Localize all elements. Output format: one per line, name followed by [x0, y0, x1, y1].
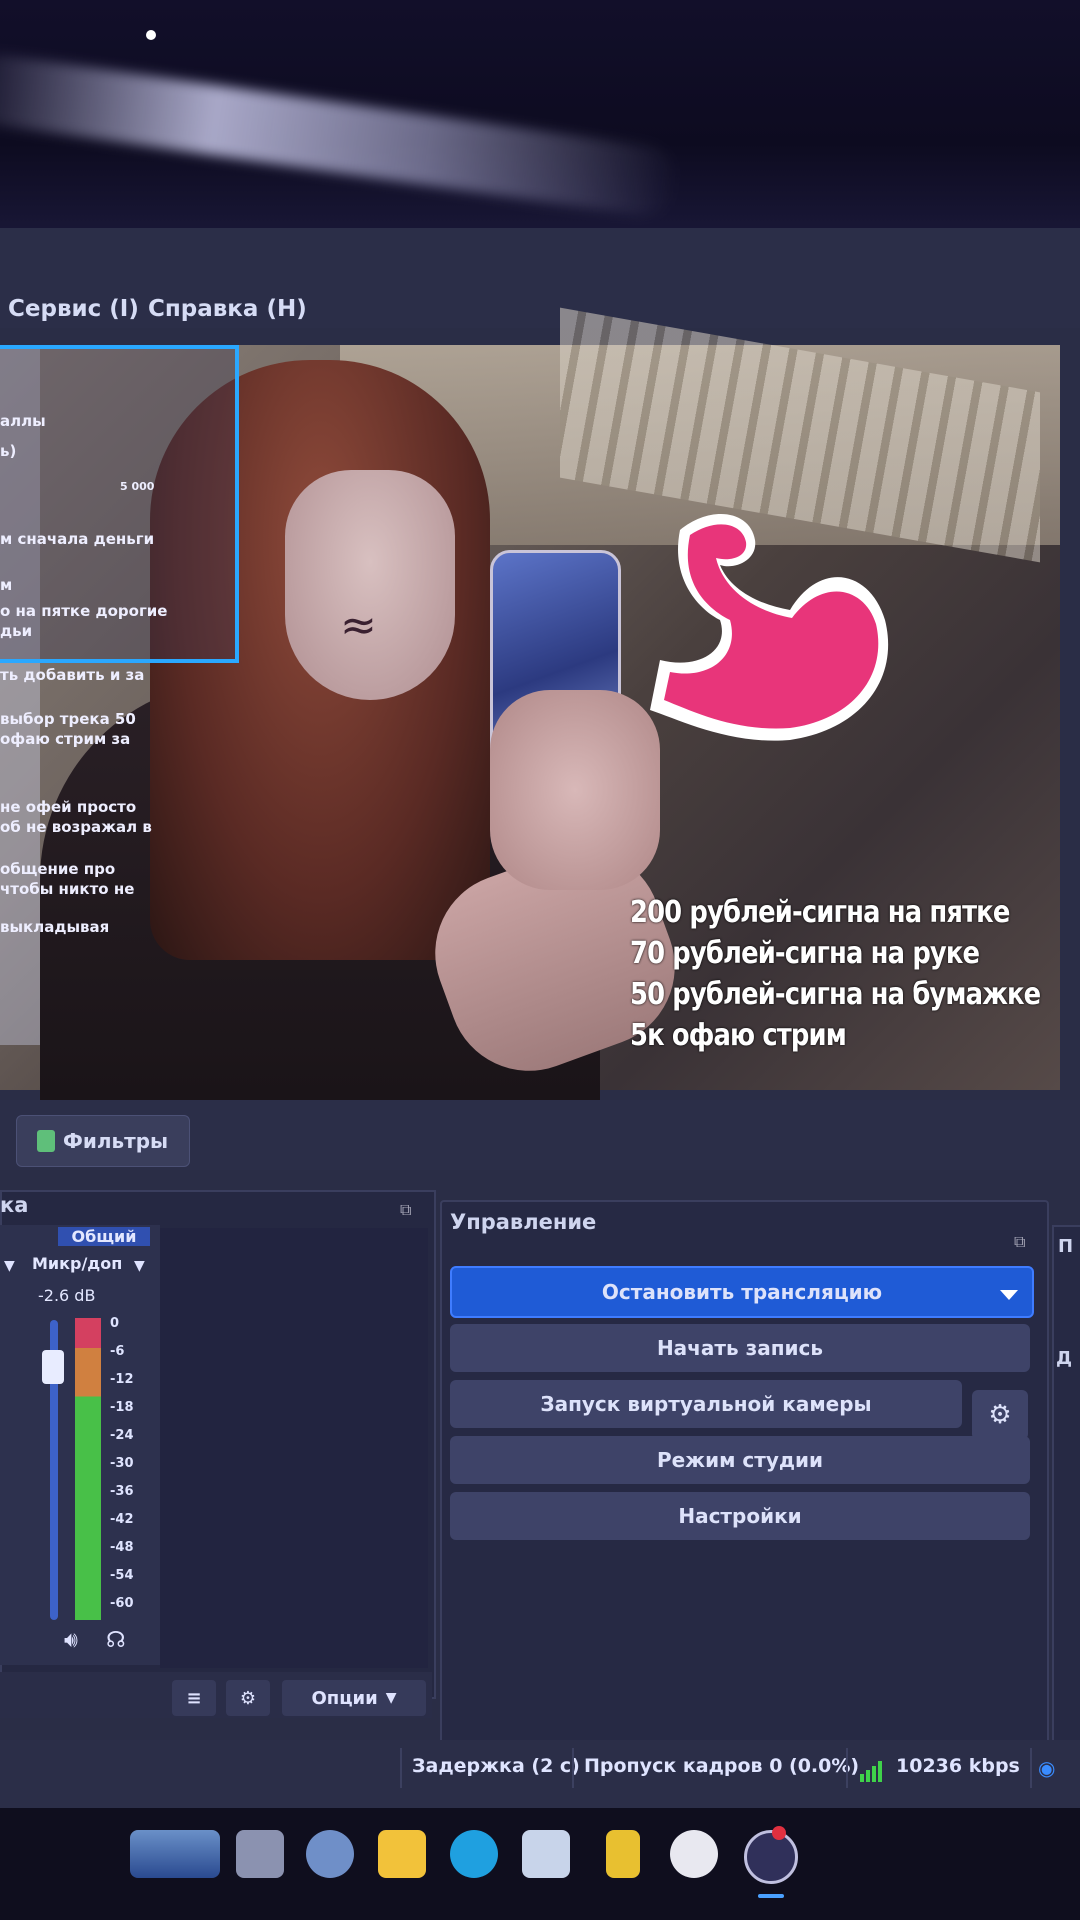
controls-title: Управление [450, 1210, 597, 1234]
light-spot [146, 30, 156, 40]
mustache-sticker: ≈ [340, 600, 377, 651]
preview-person-face [285, 470, 455, 700]
mixer-db-readout: -2.6 dB [38, 1286, 96, 1305]
live-signal-icon: ◉ [1038, 1756, 1056, 1780]
stream-dropdown-arrow-icon[interactable] [1000, 1290, 1018, 1300]
chat-line: об не возражал в [0, 818, 152, 836]
mixer-empty-area [160, 1228, 428, 1668]
chat-line: дьи [0, 622, 33, 640]
camera-app-icon[interactable] [306, 1830, 354, 1878]
filters-label: Фильтры [63, 1129, 169, 1153]
start-recording-label: Начать запись [656, 1336, 824, 1360]
settings-button[interactable]: Настройки [450, 1492, 1030, 1540]
options-arrow-icon: ▼ [385, 1690, 397, 1706]
preview-person-hand [490, 690, 660, 890]
active-app-indicator [758, 1894, 784, 1898]
undock-icon[interactable]: ⧉ [1014, 1232, 1025, 1252]
store-icon[interactable] [522, 1830, 570, 1878]
meter-scale-label: -30 [110, 1456, 134, 1471]
speaker-icon[interactable]: 🔊︎ [64, 1628, 78, 1653]
status-delay: Задержка (2 с) [412, 1755, 580, 1777]
channel-dropdown-icon[interactable]: ▼ [134, 1258, 145, 1274]
right-dock-title: П [1058, 1236, 1074, 1257]
filters-button[interactable]: Фильтры [16, 1115, 190, 1167]
studio-mode-button[interactable]: Режим студии [450, 1436, 1030, 1484]
mixer-group-label: Общий [58, 1227, 150, 1246]
meter-scale-label: -12 [110, 1372, 134, 1387]
status-separator [1030, 1748, 1032, 1788]
menu-service[interactable]: Сервис (I) [8, 296, 139, 322]
status-bitrate: 10236 kbps [896, 1755, 1020, 1777]
meter-scale-label: -54 [110, 1568, 134, 1583]
mixer-channel-name: Микр/доп [32, 1254, 123, 1273]
chat-line: выкладывая [0, 918, 110, 936]
chat-line: выбор трека 50 [0, 710, 136, 728]
chat-line: не офей просто [0, 798, 137, 816]
chat-line: м сначала деньги [0, 530, 155, 548]
notification-badge [772, 1826, 786, 1840]
meter-scale-label: -24 [110, 1428, 134, 1443]
meter-scale-label: -6 [110, 1344, 125, 1359]
obs-studio-icon[interactable] [744, 1830, 798, 1884]
status-separator [400, 1748, 402, 1788]
donation-caption: 50 рублей-сигна на бумажке [630, 977, 1041, 1012]
chat-line: о на пятке дорогие [0, 602, 168, 620]
studio-mode-label: Режим студии [656, 1448, 824, 1472]
right-dock-edge [1052, 1225, 1080, 1769]
chat-line: офаю стрим за [0, 730, 131, 748]
undock-icon[interactable]: ⧉ [400, 1200, 411, 1220]
meter-scale-label: -18 [110, 1400, 134, 1415]
chat-line: ь) [0, 442, 17, 460]
channel-menu-arrow-icon[interactable]: ▼ [4, 1258, 15, 1274]
stop-streaming-button[interactable]: Остановить трансляцию [450, 1266, 1034, 1318]
meter-scale-label: -60 [110, 1596, 134, 1611]
task-view-icon[interactable] [236, 1830, 284, 1878]
status-separator [846, 1748, 848, 1788]
chat-line: м [0, 576, 13, 594]
chat-line: общение про [0, 860, 116, 878]
meter-scale-label: 0 [110, 1316, 120, 1331]
wallpaper-thumbnail-icon[interactable] [130, 1830, 220, 1878]
volume-meter [75, 1318, 101, 1620]
yandex-browser-icon[interactable] [670, 1830, 718, 1878]
filter-icon [37, 1130, 55, 1152]
volume-slider-knob[interactable] [42, 1350, 64, 1384]
donation-caption: 200 рублей-сигна на пятке [630, 895, 1010, 930]
mixer-title: ка [0, 1193, 29, 1217]
virtual-camera-label: Запуск виртуальной камеры [540, 1392, 872, 1416]
status-dropped-frames: Пропуск кадров 0 (0.0%) [584, 1755, 860, 1777]
advanced-audio-gear-icon[interactable]: ⚙ [226, 1680, 270, 1716]
meter-scale-label: -42 [110, 1512, 134, 1527]
settings-label: Настройки [678, 1504, 802, 1528]
chat-line: 5 000 [120, 480, 155, 493]
donation-caption: 5к офаю стрим [630, 1018, 847, 1053]
donation-caption: 70 рублей-сигна на руке [630, 936, 980, 971]
menu-help[interactable]: Справка (H) [148, 296, 307, 322]
flexed-biceps-sticker [650, 513, 889, 741]
edge-browser-icon[interactable] [450, 1830, 498, 1878]
meter-scale-label: -36 [110, 1484, 134, 1499]
right-dock-text: Д [1056, 1348, 1073, 1369]
layout-toggle-icon[interactable]: ≡ [172, 1680, 216, 1716]
chat-line: ть добавить и за [0, 666, 145, 684]
mixer-options-label: Опции [311, 1687, 378, 1709]
file-explorer-icon[interactable] [378, 1830, 426, 1878]
headphones-icon[interactable]: ☊ [106, 1628, 126, 1653]
lock-app-icon[interactable] [606, 1830, 640, 1878]
start-virtual-camera-button[interactable]: Запуск виртуальной камеры [450, 1380, 962, 1428]
virtual-camera-gear-icon[interactable]: ⚙ [972, 1390, 1028, 1440]
mixer-options-button[interactable]: Опции ▼ [282, 1680, 426, 1716]
status-separator [572, 1748, 574, 1788]
chat-line: чтобы никто не [0, 880, 135, 898]
chat-line: аллы [0, 412, 46, 430]
stop-streaming-label: Остановить трансляцию [601, 1280, 883, 1304]
meter-scale-label: -48 [110, 1540, 134, 1555]
network-strength-icon [860, 1761, 882, 1782]
start-recording-button[interactable]: Начать запись [450, 1324, 1030, 1372]
